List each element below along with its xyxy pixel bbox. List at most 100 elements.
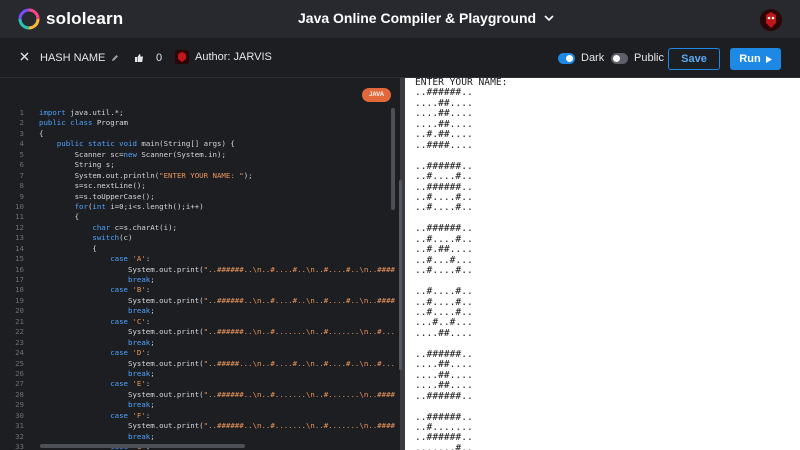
- public-toggle[interactable]: Public: [611, 52, 664, 64]
- code-line[interactable]: 17 break;: [0, 275, 395, 285]
- line-number: 15: [15, 254, 24, 264]
- line-number: 32: [15, 431, 24, 441]
- code-text: case 'B':: [110, 285, 151, 295]
- line-number: 20: [15, 306, 24, 316]
- line-number: 29: [15, 400, 24, 410]
- sololearn-logo[interactable]: sololearn: [18, 8, 123, 30]
- avatar-image: [760, 9, 782, 31]
- code-line[interactable]: 18 case 'B':: [0, 285, 395, 295]
- code-line[interactable]: 7 System.out.println("ENTER YOUR NAME: "…: [0, 171, 395, 181]
- code-line[interactable]: 9 s=s.toUpperCase();: [0, 192, 395, 202]
- editor-vertical-scrollbar[interactable]: [391, 108, 395, 210]
- code-line[interactable]: 27 case 'E':: [0, 379, 395, 389]
- code-line[interactable]: 4 public static void main(String[] args)…: [0, 139, 395, 149]
- code-text: switch(c): [92, 233, 133, 243]
- code-text: System.out.print("..######..\n..#.......…: [39, 421, 395, 431]
- code-line[interactable]: 25 System.out.print("..#####...\n..#....…: [0, 359, 395, 369]
- code-text: System.out.println("ENTER YOUR NAME: ");: [39, 170, 253, 180]
- code-text: System.out.print("..######..\n..#....#..…: [39, 295, 395, 305]
- code-line[interactable]: 11 {: [0, 212, 395, 222]
- code-text: break;: [128, 275, 155, 284]
- code-line[interactable]: 26 break;: [0, 369, 395, 379]
- code-text: public static void main(String[] args) {: [56, 139, 235, 149]
- top-nav: sololearn Java Online Compiler & Playgro…: [0, 0, 800, 38]
- code-editor[interactable]: JAVA 1 import java.util.*; 2 public class P…: [0, 78, 400, 450]
- line-number: 24: [15, 348, 24, 358]
- run-label: Run: [739, 53, 761, 65]
- close-icon: [20, 52, 29, 61]
- line-number: 33: [15, 442, 24, 450]
- line-number: 6: [19, 160, 24, 170]
- likes-count: 0: [156, 52, 163, 64]
- code-line[interactable]: 24 case 'D':: [0, 348, 395, 358]
- dark-label: Dark: [581, 52, 605, 64]
- code-line[interactable]: 22 System.out.print("..######..\n..#....…: [0, 327, 395, 337]
- brand-name: sololearn: [46, 9, 124, 28]
- code-text: char c=s.charAt(i);: [92, 222, 177, 232]
- thumbs-up-icon: [135, 54, 143, 62]
- code-line[interactable]: 29 break;: [0, 400, 395, 410]
- code-line[interactable]: 2 public class Program: [0, 118, 395, 128]
- code-text: break;: [128, 368, 155, 378]
- line-number: 7: [19, 170, 24, 180]
- code-text: case 'C':: [110, 316, 151, 326]
- chevron-down-icon: [544, 14, 554, 21]
- author-name: Author: JARVIS: [195, 51, 272, 63]
- code-text: String s;: [39, 160, 115, 170]
- author-info[interactable]: Author: JARVIS: [175, 50, 272, 64]
- code-name-edit[interactable]: HASH NAME: [40, 52, 119, 64]
- line-number: 22: [15, 327, 24, 337]
- dark-mode-toggle[interactable]: Dark: [558, 52, 604, 64]
- like-button[interactable]: 0: [134, 52, 162, 64]
- code-lines[interactable]: 1 import java.util.*; 2 public class Progra…: [0, 108, 395, 450]
- code-text: case 'A':: [110, 254, 151, 264]
- code-text: break;: [128, 337, 155, 347]
- save-button[interactable]: Save: [668, 48, 720, 70]
- play-icon: [765, 55, 772, 63]
- line-number: 31: [15, 421, 24, 431]
- code-text: import java.util.*;: [39, 108, 124, 117]
- user-avatar[interactable]: [760, 9, 782, 31]
- code-text: System.out.print("..######..\n..#.......…: [39, 327, 395, 337]
- line-number: 18: [15, 285, 24, 295]
- pane-scrollbar[interactable]: [399, 180, 402, 370]
- code-line[interactable]: 16 System.out.print("..######..\n..#....…: [0, 265, 395, 275]
- code-line[interactable]: 32 break;: [0, 432, 395, 442]
- code-line[interactable]: 19 System.out.print("..######..\n..#....…: [0, 296, 395, 306]
- close-button[interactable]: [20, 52, 29, 61]
- code-text: System.out.print("..#####...\n..#....#..…: [39, 358, 395, 368]
- line-number: 3: [19, 128, 24, 138]
- code-line[interactable]: 30 case 'F':: [0, 411, 395, 421]
- code-name: HASH NAME: [40, 52, 106, 64]
- line-number: 5: [19, 149, 24, 159]
- code-line[interactable]: 8 s=sc.nextLine();: [0, 181, 395, 191]
- code-line[interactable]: 12 char c=s.charAt(i);: [0, 223, 395, 233]
- code-text: s=sc.nextLine();: [39, 181, 146, 191]
- code-line[interactable]: 1 import java.util.*;: [0, 108, 395, 118]
- code-text: break;: [128, 431, 155, 441]
- code-line[interactable]: 5 Scanner sc=new Scanner(System.in);: [0, 150, 395, 160]
- pencil-icon: [112, 55, 119, 61]
- code-line[interactable]: 14 {: [0, 244, 395, 254]
- code-line[interactable]: 31 System.out.print("..######..\n..#....…: [0, 421, 395, 431]
- compiler-title-dropdown[interactable]: Java Online Compiler & Playground: [298, 10, 554, 26]
- run-button[interactable]: Run: [730, 48, 781, 70]
- code-line[interactable]: 13 switch(c): [0, 233, 395, 243]
- line-number: 23: [15, 337, 24, 347]
- code-line[interactable]: 3{: [0, 129, 395, 139]
- dark-toggle-switch: [558, 52, 575, 64]
- code-line[interactable]: 6 String s;: [0, 160, 395, 170]
- output-panel: ENTER YOUR NAME: ..######.. ....##.... .…: [405, 77, 800, 450]
- code-line[interactable]: 23 break;: [0, 338, 395, 348]
- line-number: 21: [15, 316, 24, 326]
- code-line[interactable]: 21 case 'C':: [0, 317, 395, 327]
- code-text: System.out.print("..######..\n..#....#..…: [39, 264, 395, 274]
- code-line[interactable]: 28 System.out.print("..######..\n..#....…: [0, 390, 395, 400]
- code-line[interactable]: 10 for(int i=0;i<s.length();i++): [0, 202, 395, 212]
- line-number: 9: [19, 191, 24, 201]
- line-number: 28: [15, 389, 24, 399]
- editor-horizontal-scrollbar[interactable]: [40, 444, 245, 448]
- code-line[interactable]: 20 break;: [0, 306, 395, 316]
- code-line[interactable]: 15 case 'A':: [0, 254, 395, 264]
- line-number: 12: [15, 222, 24, 232]
